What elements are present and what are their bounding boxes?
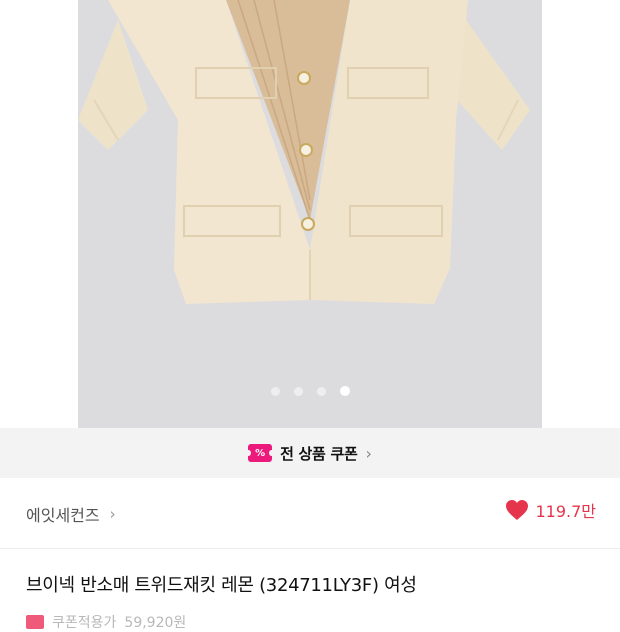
coupon-badge-icon: [26, 615, 44, 629]
brand-name: 에잇세컨즈: [26, 506, 100, 525]
jacket-image: [78, 0, 530, 304]
like-count: 119.7만: [535, 502, 596, 521]
coupon-icon: %: [246, 444, 275, 462]
brand-link[interactable]: 에잇세컨즈 ›: [26, 502, 116, 526]
chevron-right-icon: ›: [109, 505, 116, 523]
coupon-banner[interactable]: % 전 상품 쿠폰 ›: [0, 428, 620, 478]
carousel-dot[interactable]: [270, 386, 280, 396]
carousel-dot[interactable]: [316, 386, 326, 396]
carousel-indicator: [78, 384, 542, 398]
like-button[interactable]: 119.7만: [505, 498, 596, 522]
chevron-right-icon: ›: [365, 443, 372, 463]
brand-row: 에잇세컨즈 › 119.7만: [0, 478, 620, 549]
coupon-price-row: 쿠폰적용가 59,920원: [26, 612, 186, 632]
product-photo[interactable]: [78, 0, 542, 428]
product-image-gallery[interactable]: [0, 0, 620, 428]
carousel-dot-active[interactable]: [339, 386, 350, 396]
carousel-dot[interactable]: [293, 386, 303, 396]
coupon-label: 전 상품 쿠폰: [280, 444, 358, 463]
coupon-price-label: 쿠폰적용가: [52, 615, 117, 631]
heart-icon: [506, 500, 529, 520]
coupon-price: 59,920원: [124, 615, 187, 631]
product-title: 브이넥 반소매 트위드재킷 레몬 (324711LY3F) 여성: [26, 575, 417, 596]
